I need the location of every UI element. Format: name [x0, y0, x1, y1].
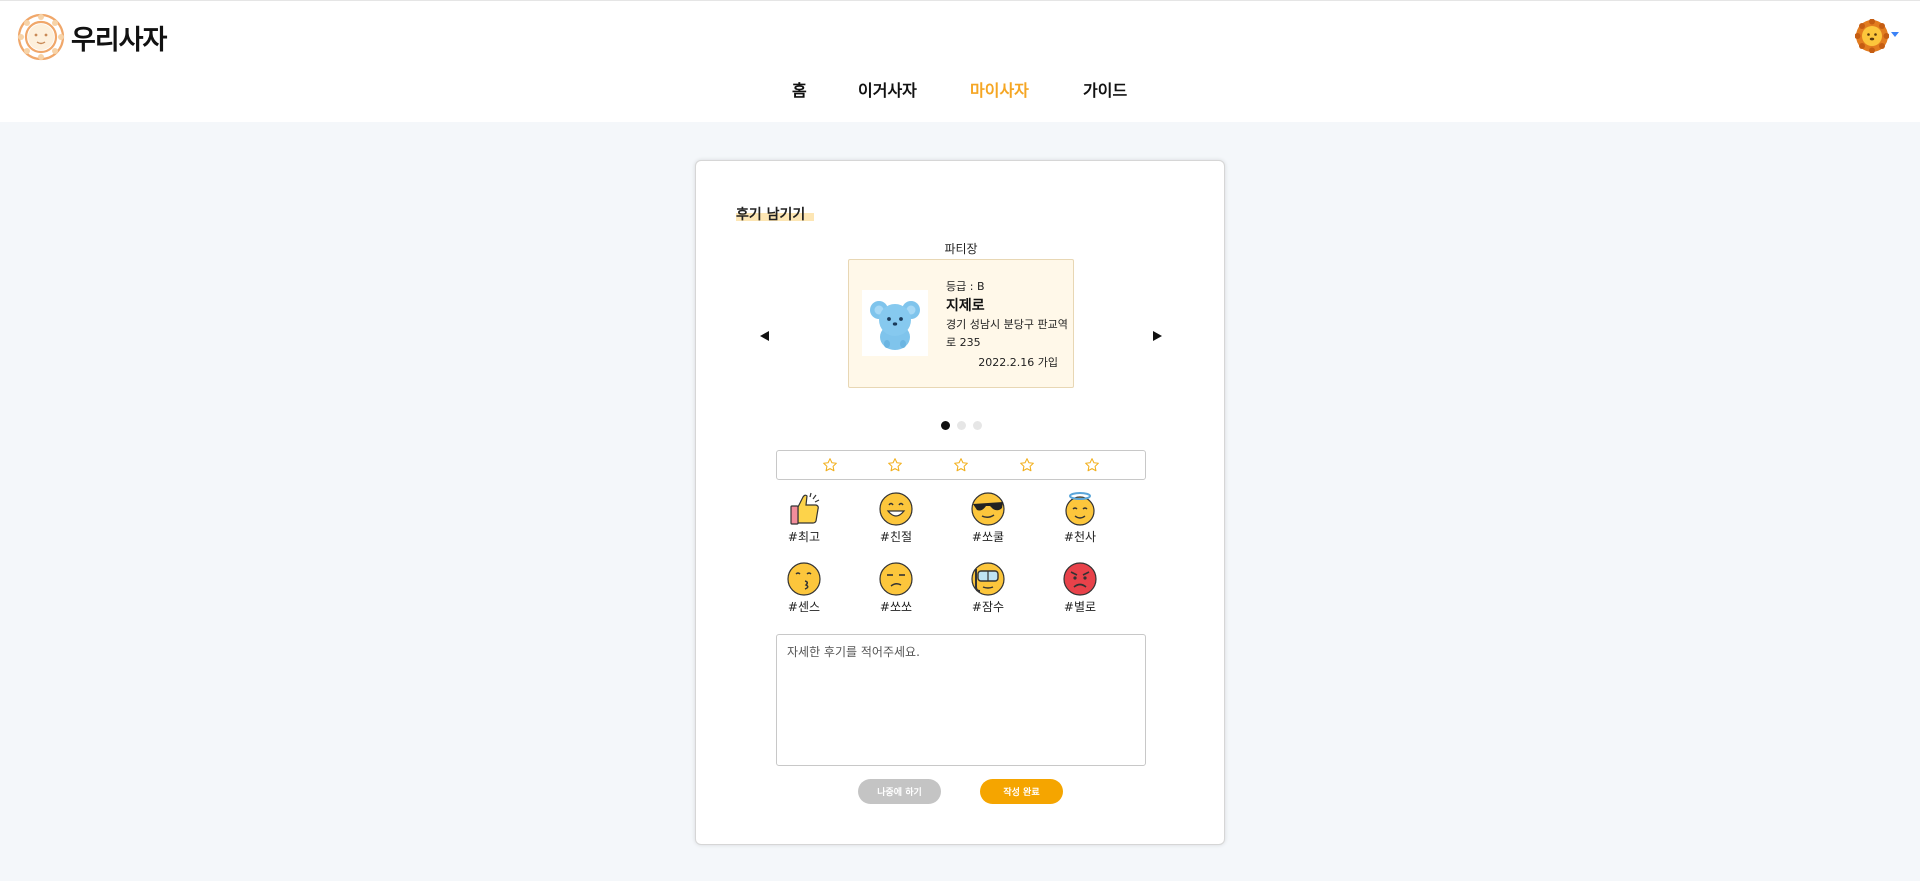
tag-kind[interactable]: #친절: [866, 491, 926, 545]
user-card[interactable]: 등급 : B 지제로 경기 성남시 분당구 판교역로 235 2022.2.16…: [848, 259, 1074, 388]
dropdown-caret-icon: [1891, 31, 1899, 37]
grinning-face-icon: [879, 492, 913, 526]
profile-menu[interactable]: [1855, 19, 1899, 53]
star-icon[interactable]: [1019, 457, 1035, 473]
tag-angel[interactable]: #천사: [1050, 491, 1110, 545]
role-label: 파티장: [944, 242, 978, 256]
carousel-prev-icon[interactable]: [760, 331, 769, 341]
user-name: 지제로: [946, 298, 985, 314]
nav-home[interactable]: 홈: [792, 77, 807, 101]
logo[interactable]: 우리사자: [15, 12, 167, 62]
carousel-dot[interactable]: [972, 421, 982, 430]
tag-label: #친절: [879, 530, 913, 544]
user-address: 경기 성남시 분당구 판교역로 235: [946, 318, 1068, 349]
header: 우리사자 홈 이거사자 마이사자 가이드: [0, 0, 1920, 122]
carousel-next-icon[interactable]: [1153, 331, 1162, 341]
later-button[interactable]: 나중에 하기: [858, 779, 941, 804]
nav-maisaja[interactable]: 마이사자: [970, 77, 1029, 101]
angry-face-icon: [1063, 562, 1097, 596]
tag-label: #잠수: [971, 600, 1005, 614]
tag-dive[interactable]: #잠수: [958, 561, 1018, 615]
main-nav: 홈 이거사자 마이사자 가이드: [0, 77, 1920, 103]
nav-guide[interactable]: 가이드: [1083, 77, 1127, 101]
snorkel-face-icon: [971, 562, 1005, 596]
star-icon[interactable]: [887, 457, 903, 473]
submit-button[interactable]: 작성 완료: [980, 779, 1063, 804]
brand-name: 우리사자: [71, 24, 167, 56]
carousel-dot[interactable]: [956, 421, 966, 430]
unamused-face-icon: [879, 562, 913, 596]
tag-sense[interactable]: #센스: [774, 561, 834, 615]
tag-label: #센스: [787, 600, 821, 614]
lion-logo-icon: [17, 13, 65, 61]
kissing-face-icon: [787, 562, 821, 596]
review-textarea[interactable]: [776, 634, 1146, 766]
nav-igeosaja[interactable]: 이거사자: [858, 77, 917, 101]
star-icon[interactable]: [953, 457, 969, 473]
lion-avatar-icon: [1855, 19, 1889, 53]
tag-best[interactable]: #최고: [774, 491, 834, 545]
halo-face-icon: [1065, 492, 1095, 526]
tag-soso[interactable]: #쏘쏘: [866, 561, 926, 615]
review-card: 후기 남기기 파티장 등급 : B 지제로 경기 성남시 분당구 판교역로 23…: [695, 160, 1225, 845]
tag-label: #천사: [1063, 530, 1097, 544]
blue-koala-avatar-icon: [862, 290, 928, 356]
star-icon[interactable]: [1084, 457, 1100, 473]
carousel-dot[interactable]: [940, 421, 950, 430]
star-icon[interactable]: [822, 457, 838, 473]
tag-label: #쏘쏘: [879, 600, 913, 614]
tag-bad[interactable]: #별로: [1050, 561, 1110, 615]
sunglasses-face-icon: [971, 492, 1005, 526]
carousel-dots: [696, 421, 1226, 430]
tag-label: #쏘쿨: [971, 530, 1005, 544]
user-grade: 등급 : B: [946, 280, 985, 293]
tag-label: #별로: [1063, 600, 1097, 614]
thumbs-up-icon: [790, 492, 820, 525]
star-rating: [776, 450, 1146, 480]
tag-label: #최고: [787, 530, 821, 544]
page-title: 후기 남기기: [736, 207, 806, 223]
tag-cool[interactable]: #쏘쿨: [958, 491, 1018, 545]
user-joined-date: 2022.2.16 가입: [978, 356, 1058, 369]
